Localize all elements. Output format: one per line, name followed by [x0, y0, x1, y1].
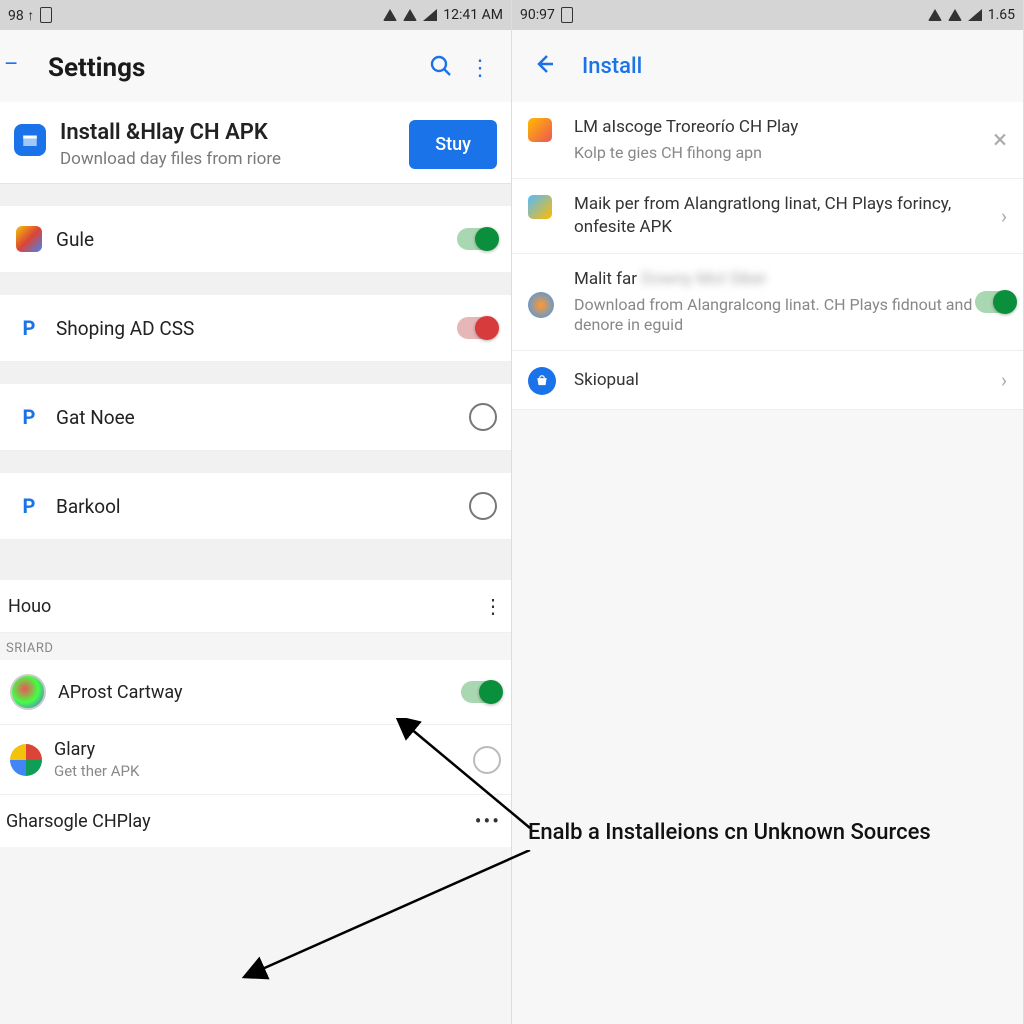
row-title: Maik per from Alangratlong linat, CH Pla… — [574, 193, 993, 239]
app-icon: P — [14, 491, 44, 521]
promo-subtitle: Download day files from riore — [60, 149, 409, 169]
install-row-1[interactable]: Maik per from Alangratlong linat, CH Pla… — [512, 179, 1023, 254]
category-label: SRIARD — [0, 633, 511, 660]
section-spacer — [0, 362, 511, 384]
app-row-gharsogle[interactable]: Gharsogle CHPlay ••• — [0, 795, 511, 847]
cell-icon — [968, 9, 982, 21]
wifi-icon — [948, 9, 962, 21]
wifi-icon — [928, 9, 942, 21]
blank-area — [512, 410, 1023, 1024]
app-name: Gharsogle CHPlay — [6, 811, 475, 832]
toggle-switch[interactable] — [975, 291, 1015, 313]
toggle-switch[interactable] — [457, 228, 497, 250]
promo-action-button[interactable]: Stuy — [409, 120, 497, 169]
app-subtitle: Get ther APK — [54, 762, 473, 780]
section-spacer — [0, 451, 511, 473]
row-label: Gat Noee — [56, 406, 469, 429]
radio-button[interactable] — [469, 403, 497, 431]
promo-title: Install &Hlay CH APK — [60, 120, 409, 145]
app-row-aprost[interactable]: AProst Cartway — [0, 660, 511, 725]
toggle-switch[interactable] — [457, 317, 497, 339]
settings-row-gule[interactable]: Gule — [0, 206, 511, 273]
back-icon[interactable] — [524, 44, 564, 88]
row-title: Skiopual — [574, 369, 993, 392]
app-row-glary[interactable]: Glary Get ther APK — [0, 725, 511, 795]
status-left: 90:97 — [520, 7, 555, 23]
app-bar: – Settings ⋮ — [0, 30, 511, 102]
right-screenshot: 90:97 1.65 Install LM aIscoge Troreorío … — [512, 0, 1024, 1024]
apk-box-icon — [14, 124, 46, 156]
app-icon: P — [14, 313, 44, 343]
row-label: Barkool — [56, 495, 469, 518]
page-title: Install — [582, 54, 1011, 79]
battery-icon — [40, 7, 52, 23]
install-promo-row[interactable]: Install &Hlay CH APK Download day files … — [0, 102, 511, 184]
more-icon[interactable]: ⋮ — [461, 48, 497, 89]
row-title: LM aIscoge Troreorío CH Play — [574, 116, 985, 139]
app-icon — [10, 744, 42, 776]
settings-row-shoping[interactable]: P Shoping AD CSS — [0, 295, 511, 362]
section-spacer — [0, 273, 511, 295]
row-title: Malit far Downy Mol Siker — [574, 268, 975, 291]
app-bar: Install — [512, 30, 1023, 102]
status-bar: 98 ↑ 12:41 AM — [0, 0, 511, 30]
row-subtitle: Kolp te gies CH fihong apn — [574, 143, 985, 164]
search-icon[interactable] — [421, 46, 461, 90]
app-name: Glary — [54, 739, 473, 760]
section-spacer — [0, 184, 511, 206]
settings-row-barkool[interactable]: P Barkool — [0, 473, 511, 540]
radio-button[interactable] — [469, 492, 497, 520]
app-icon: P — [14, 402, 44, 432]
section-label: Houo — [8, 596, 483, 617]
wifi-icon — [403, 9, 417, 21]
app-icon — [14, 224, 44, 254]
toggle-switch[interactable] — [461, 681, 501, 703]
status-left: 98 ↑ — [8, 7, 34, 24]
row-label: Gule — [56, 228, 457, 251]
chevron-right-icon: › — [1001, 368, 1007, 392]
cell-icon — [423, 9, 437, 21]
status-bar: 90:97 1.65 — [512, 0, 1023, 30]
page-title: Settings — [48, 53, 421, 83]
row-subtitle: Download from Alangralcong linat. CH Pla… — [574, 295, 975, 337]
shop-icon — [528, 367, 556, 395]
app-icon — [10, 674, 46, 710]
row-label: Shoping AD CSS — [56, 317, 457, 340]
wifi-icon — [383, 9, 397, 21]
install-row-0[interactable]: LM aIscoge Troreorío CH Play Kolp te gie… — [512, 102, 1023, 179]
more-icon[interactable]: ⋮ — [483, 594, 503, 618]
chevron-right-icon: › — [1001, 204, 1007, 228]
section-spacer — [0, 540, 511, 580]
app-name: AProst Cartway — [58, 682, 461, 703]
install-row-2[interactable]: Malit far Downy Mol Siker Download from … — [512, 254, 1023, 352]
more-icon[interactable]: ••• — [475, 809, 501, 833]
app-icon — [528, 118, 556, 146]
chevron-right-icon: × — [993, 125, 1007, 155]
battery-icon — [561, 7, 573, 23]
settings-row-gatnoee[interactable]: P Gat Noee — [0, 384, 511, 451]
install-row-3[interactable]: Skiopual › — [512, 351, 1023, 410]
left-screenshot: 98 ↑ 12:41 AM – Settings ⋮ Install &Hlay… — [0, 0, 512, 1024]
back-icon[interactable]: – — [4, 52, 18, 77]
status-time: 1.65 — [988, 7, 1015, 23]
section-header-houo[interactable]: Houo ⋮ — [0, 580, 511, 633]
status-time: 12:41 AM — [443, 7, 503, 23]
app-icon — [528, 292, 556, 320]
annotation-text: Enalb a Installeions cn Unknown Sources — [528, 820, 931, 845]
app-icon — [528, 195, 556, 223]
radio-button[interactable] — [473, 746, 501, 774]
